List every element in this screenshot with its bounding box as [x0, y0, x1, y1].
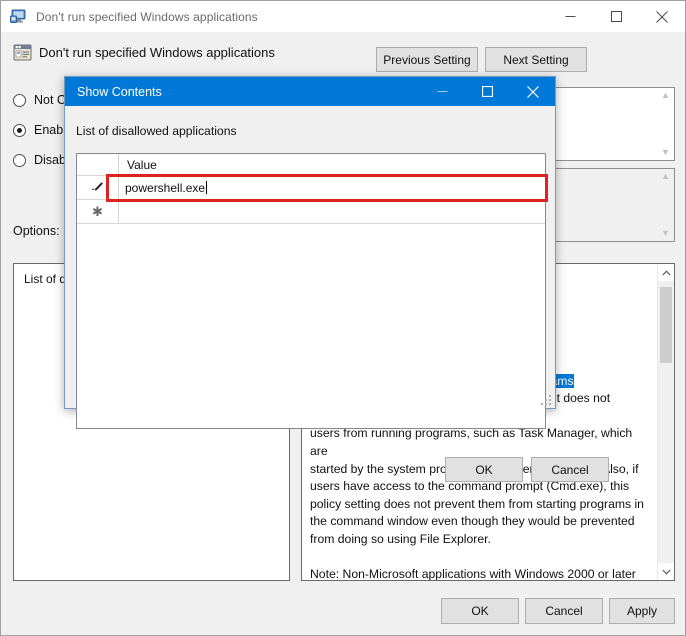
radio-indicator	[13, 153, 26, 167]
table-row[interactable]: ✱	[77, 200, 545, 224]
resize-grip[interactable]	[541, 395, 552, 406]
main-titlebar: Don't run specified Windows applications	[1, 1, 685, 32]
radio-indicator	[13, 123, 26, 137]
dialog-sublabel: List of disallowed applications	[76, 124, 237, 138]
dialog-title: Show Contents	[77, 84, 162, 99]
dialog-minimize-button[interactable]	[420, 77, 465, 106]
text-caret	[206, 181, 208, 194]
values-grid[interactable]: Value powershell.exe ✱	[76, 153, 546, 429]
row-header-new[interactable]: ✱	[77, 200, 119, 223]
scroll-up-icon[interactable]: ▲	[661, 91, 670, 100]
policy-title: Don't run specified Windows applications	[39, 45, 275, 60]
help-scrollbar[interactable]	[657, 264, 674, 580]
previous-setting-button[interactable]: Previous Setting	[376, 47, 478, 72]
grid-column-value: Value	[119, 154, 545, 175]
row-header-editing[interactable]	[77, 176, 119, 199]
row-value-cell[interactable]	[119, 200, 545, 223]
dialog-caption-buttons	[420, 77, 555, 106]
options-label: Options:	[13, 224, 60, 238]
maximize-button[interactable]	[593, 1, 639, 32]
row-value-cell[interactable]: powershell.exe	[119, 176, 545, 199]
screen: Don't run specified Windows applications	[0, 0, 686, 636]
edit-pencil-icon	[90, 180, 105, 195]
monitor-policy-icon	[10, 9, 28, 25]
table-row[interactable]: powershell.exe	[77, 176, 545, 200]
show-contents-dialog: Show Contents List of disallowed applica…	[64, 76, 609, 482]
minimize-button[interactable]	[547, 1, 593, 32]
close-button[interactable]	[639, 1, 685, 32]
help-scroll-down-icon[interactable]	[658, 563, 674, 580]
scroll-down-icon[interactable]: ▼	[661, 229, 670, 238]
dialog-close-button[interactable]	[510, 77, 555, 106]
help-scroll-thumb[interactable]	[660, 287, 672, 363]
window-caption-buttons	[547, 1, 685, 32]
dialog-titlebar: Show Contents	[65, 77, 555, 106]
dialog-ok-button[interactable]: OK	[445, 457, 523, 482]
supported-on-scrollbar[interactable]: ▲ ▼	[657, 169, 674, 241]
comment-scrollbar[interactable]: ▲ ▼	[657, 88, 674, 160]
radio-indicator	[13, 93, 26, 107]
main-apply-button[interactable]: Apply	[609, 598, 675, 624]
main-window-title: Don't run specified Windows applications	[36, 9, 258, 24]
scroll-up-icon[interactable]: ▲	[661, 172, 670, 181]
policy-setting-icon	[13, 43, 32, 62]
scroll-down-icon[interactable]: ▼	[661, 148, 670, 157]
row-value-text: powershell.exe	[125, 180, 206, 195]
dialog-maximize-button[interactable]	[465, 77, 510, 106]
grid-header-row: Value	[77, 154, 545, 176]
help-scroll-up-icon[interactable]	[658, 264, 674, 281]
new-row-asterisk-icon: ✱	[92, 204, 103, 219]
dialog-cancel-button[interactable]: Cancel	[531, 457, 609, 482]
main-cancel-button[interactable]: Cancel	[525, 598, 603, 624]
next-setting-button[interactable]: Next Setting	[485, 47, 587, 72]
grid-corner-header	[77, 154, 119, 175]
main-ok-button[interactable]: OK	[441, 598, 519, 624]
